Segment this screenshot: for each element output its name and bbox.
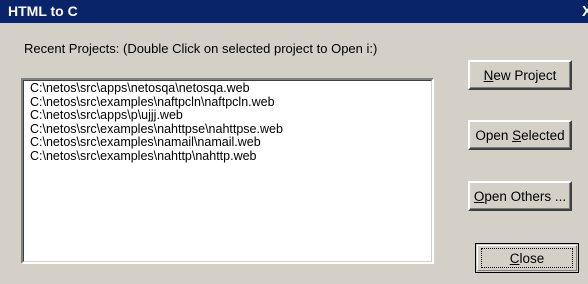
recent-projects-list[interactable]: C:\netos\src\apps\netosqa\netosqa.web C:…	[21, 78, 434, 264]
list-item[interactable]: C:\netos\src\examples\nahttpse\nahttpse.…	[30, 122, 431, 137]
list-item[interactable]: C:\netos\src\apps\netosqa\netosqa.web	[30, 81, 431, 96]
list-item[interactable]: C:\netos\src\examples\naftpcln\naftpcln.…	[30, 95, 431, 110]
title-bar[interactable]: HTML to C X	[0, 0, 588, 23]
list-item[interactable]: C:\netos\src\apps\p\ujjj.web	[30, 108, 431, 123]
close-button[interactable]: Close	[475, 243, 579, 273]
open-selected-label: Open Selected	[475, 127, 565, 143]
open-selected-button[interactable]: Open Selected	[468, 120, 572, 150]
close-label: Close	[509, 250, 545, 266]
list-item[interactable]: C:\netos\src\examples\namail\namail.web	[30, 135, 431, 150]
open-others-label: Open Others ...	[473, 188, 567, 204]
list-item[interactable]: C:\netos\src\examples\nahttp\nahttp.web	[30, 149, 431, 164]
recent-projects-label: Recent Projects: (Double Click on select…	[24, 41, 378, 56]
new-project-label: New Project	[483, 67, 557, 83]
close-icon[interactable]: X	[582, 3, 588, 20]
open-others-button[interactable]: Open Others ...	[468, 181, 572, 211]
window-title: HTML to C	[8, 3, 78, 19]
new-project-button[interactable]: New Project	[468, 60, 572, 90]
html-to-c-dialog: HTML to C X Recent Projects: (Double Cli…	[0, 0, 588, 284]
